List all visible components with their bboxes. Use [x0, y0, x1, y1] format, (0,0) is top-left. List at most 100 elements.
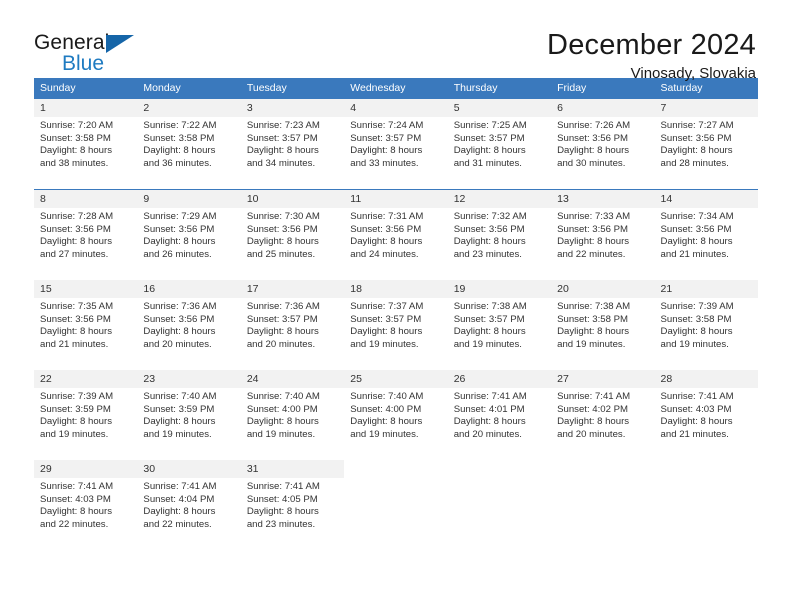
- calendar-day-cell[interactable]: 3 Sunrise: 7:23 AM Sunset: 3:57 PM Daylight…: [240, 99, 345, 189]
- daylight-minutes-text: and 23 minutes.: [453, 248, 522, 260]
- calendar-day-cell[interactable]: 27 Sunrise: 7:41 AM Sunset: 4:02 PM Dayligh…: [551, 370, 655, 460]
- sunset-text: Sunset: 3:56 PM: [557, 223, 629, 235]
- sunrise-text: Sunrise: 7:35 AM: [40, 301, 114, 312]
- daylight-text: Daylight: 8 hours: [557, 145, 630, 157]
- day-number: 1: [40, 102, 46, 114]
- calendar-day-cell[interactable]: 21 Sunrise: 7:39 AM Sunset: 3:58 PM Dayligh…: [654, 280, 758, 370]
- daylight-minutes-text: and 19 minutes.: [453, 338, 522, 350]
- day-number: 5: [453, 102, 460, 114]
- calendar-day-cell[interactable]: 8 Sunrise: 7:28 AM Sunset: 3:56 PM Daylight…: [34, 190, 138, 280]
- sunrise-text: Sunrise: 7:41 AM: [453, 391, 527, 402]
- day-details: Sunrise: 7:33 AM Sunset: 3:56 PM Daylight:…: [551, 208, 654, 261]
- calendar-day-cell[interactable]: 24 Sunrise: 7:40 AM Sunset: 4:00 PM Dayligh…: [240, 370, 345, 460]
- calendar-day-cell[interactable]: 20 Sunrise: 7:38 AM Sunset: 3:58 PM Dayligh…: [551, 280, 655, 370]
- calendar-day-cell[interactable]: 18 Sunrise: 7:37 AM Sunset: 3:57 PM Dayligh…: [344, 280, 448, 370]
- sunrise-text: Sunrise: 7:28 AM: [40, 211, 114, 222]
- sunrise-text: Sunrise: 7:41 AM: [40, 481, 114, 492]
- calendar-day-cell[interactable]: 23 Sunrise: 7:40 AM Sunset: 3:59 PM Dayligh…: [137, 370, 241, 460]
- sunrise-text: Sunrise: 7:25 AM: [453, 120, 527, 131]
- day-number-band: 15: [34, 280, 138, 298]
- calendar-day-cell[interactable]: 25 Sunrise: 7:40 AM Sunset: 4:00 PM Dayligh…: [344, 370, 448, 460]
- calendar-day-cell[interactable]: 9 Sunrise: 7:29 AM Sunset: 3:56 PM Daylight…: [137, 190, 241, 280]
- day-number-band: [448, 460, 551, 478]
- day-number: 15: [40, 283, 52, 295]
- day-number: 14: [660, 193, 673, 205]
- weekday-header-tuesday: Tuesday: [246, 82, 287, 94]
- day-number-band: 23: [137, 370, 241, 388]
- daylight-minutes-text: and 36 minutes.: [143, 157, 212, 169]
- daylight-text: Daylight: 8 hours: [660, 416, 733, 428]
- calendar-day-cell[interactable]: 7 Sunrise: 7:27 AM Sunset: 3:56 PM Daylight…: [654, 99, 758, 189]
- daylight-text: Daylight: 8 hours: [40, 416, 112, 428]
- brand-logo[interactable]: General Blue: [34, 28, 164, 80]
- day-number: 13: [557, 193, 569, 205]
- sunset-text: Sunset: 3:56 PM: [453, 223, 525, 235]
- day-details: Sunrise: 7:41 AM Sunset: 4:01 PM Daylight:…: [448, 388, 551, 441]
- calendar-day-cell[interactable]: 1 Sunrise: 7:20 AM Sunset: 3:58 PM Daylight…: [34, 99, 138, 189]
- daylight-text: Daylight: 8 hours: [40, 145, 112, 157]
- sunset-text: Sunset: 3:56 PM: [557, 132, 629, 144]
- day-number: 25: [350, 373, 362, 385]
- day-details: Sunrise: 7:40 AM Sunset: 4:00 PM Daylight:…: [241, 388, 344, 441]
- daylight-text: Daylight: 8 hours: [660, 326, 733, 338]
- daylight-minutes-text: and 23 minutes.: [246, 518, 316, 530]
- day-details: Sunrise: 7:41 AM Sunset: 4:04 PM Daylight:…: [137, 478, 240, 531]
- day-number-band: 19: [447, 280, 552, 298]
- calendar-day-cell[interactable]: 26 Sunrise: 7:41 AM Sunset: 4:01 PM Dayligh…: [447, 370, 552, 460]
- sunrise-text: Sunrise: 7:39 AM: [40, 391, 114, 402]
- day-number-band: 7: [654, 99, 758, 117]
- day-number: 17: [246, 283, 259, 295]
- calendar-day-cell[interactable]: 4 Sunrise: 7:24 AM Sunset: 3:57 PM Daylight…: [344, 99, 448, 189]
- daylight-minutes-text: and 22 minutes.: [40, 518, 109, 530]
- daylight-minutes-text: and 20 minutes.: [246, 338, 316, 350]
- sunrise-text: Sunrise: 7:30 AM: [246, 211, 320, 222]
- calendar-day-cell[interactable]: 12 Sunrise: 7:32 AM Sunset: 3:56 PM Dayligh…: [447, 190, 552, 280]
- sunrise-text: Sunrise: 7:32 AM: [453, 211, 527, 222]
- calendar-day-cell[interactable]: 2 Sunrise: 7:22 AM Sunset: 3:58 PM Daylight…: [137, 99, 241, 189]
- daylight-text: Daylight: 8 hours: [453, 145, 526, 157]
- day-number-band: 17: [240, 280, 345, 298]
- calendar-day-cell[interactable]: 17 Sunrise: 7:36 AM Sunset: 3:57 PM Dayligh…: [240, 280, 345, 370]
- calendar-day-cell[interactable]: 22 Sunrise: 7:39 AM Sunset: 3:59 PM Dayligh…: [34, 370, 138, 460]
- calendar-day-cell[interactable]: 16 Sunrise: 7:36 AM Sunset: 3:56 PM Dayligh…: [137, 280, 241, 370]
- calendar-day-cell[interactable]: 14 Sunrise: 7:34 AM Sunset: 3:56 PM Dayligh…: [654, 190, 758, 280]
- calendar-day-cell[interactable]: 5 Sunrise: 7:25 AM Sunset: 3:57 PM Daylight…: [447, 99, 552, 189]
- daylight-text: Daylight: 8 hours: [246, 326, 319, 338]
- day-details: Sunrise: 7:22 AM Sunset: 3:58 PM Daylight:…: [137, 117, 240, 170]
- day-number: 24: [246, 373, 259, 385]
- daylight-text: Daylight: 8 hours: [40, 506, 112, 518]
- day-number: 11: [350, 193, 362, 205]
- calendar-day-cell[interactable]: 11 Sunrise: 7:31 AM Sunset: 3:56 PM Dayligh…: [344, 190, 448, 280]
- day-number-band: 25: [344, 370, 448, 388]
- daylight-minutes-text: and 19 minutes.: [350, 428, 419, 440]
- calendar-day-cell[interactable]: 6 Sunrise: 7:26 AM Sunset: 3:56 PM Daylight…: [551, 99, 655, 189]
- calendar-day-cell[interactable]: 10 Sunrise: 7:30 AM Sunset: 3:56 PM Dayligh…: [240, 190, 345, 280]
- sunrise-text: Sunrise: 7:37 AM: [350, 301, 424, 312]
- daylight-text: Daylight: 8 hours: [40, 236, 112, 248]
- calendar-day-cell[interactable]: 29 Sunrise: 7:41 AM Sunset: 4:03 PM Dayligh…: [34, 460, 138, 550]
- daylight-text: Daylight: 8 hours: [660, 145, 733, 157]
- calendar-day-cell[interactable]: 19 Sunrise: 7:38 AM Sunset: 3:57 PM Dayligh…: [447, 280, 552, 370]
- weekday-header-monday: Monday: [143, 82, 181, 94]
- day-number-band: 11: [344, 190, 448, 208]
- calendar-day-cell[interactable]: 30 Sunrise: 7:41 AM Sunset: 4:04 PM Dayligh…: [137, 460, 241, 550]
- day-number: 23: [143, 373, 156, 385]
- sunset-text: Sunset: 4:02 PM: [557, 403, 629, 415]
- sunset-text: Sunset: 3:58 PM: [143, 132, 215, 144]
- sunset-text: Sunset: 3:57 PM: [350, 132, 422, 144]
- daylight-minutes-text: and 31 minutes.: [453, 157, 522, 169]
- day-number: 27: [557, 373, 569, 385]
- sunrise-text: Sunrise: 7:40 AM: [143, 391, 217, 402]
- title-block: December 2024 Vinosady, Slovakia: [547, 28, 758, 84]
- calendar-day-cell[interactable]: 31 Sunrise: 7:41 AM Sunset: 4:05 PM Dayligh…: [240, 460, 345, 550]
- calendar-day-cell[interactable]: 15 Sunrise: 7:35 AM Sunset: 3:56 PM Dayligh…: [34, 280, 138, 370]
- calendar-day-cell[interactable]: 13 Sunrise: 7:33 AM Sunset: 3:56 PM Dayligh…: [551, 190, 655, 280]
- daylight-minutes-text: and 26 minutes.: [143, 248, 212, 260]
- daylight-minutes-text: and 19 minutes.: [143, 428, 212, 440]
- brand-name-general: General: [34, 31, 110, 54]
- daylight-minutes-text: and 30 minutes.: [557, 157, 626, 169]
- calendar-day-cell[interactable]: 28 Sunrise: 7:41 AM Sunset: 4:03 PM Dayligh…: [654, 370, 758, 460]
- daylight-minutes-text: and 21 minutes.: [660, 428, 729, 440]
- weekday-header-wednesday: Wednesday: [350, 82, 406, 94]
- calendar-week-row: 15 Sunrise: 7:35 AM Sunset: 3:56 PM Dayligh…: [34, 279, 758, 370]
